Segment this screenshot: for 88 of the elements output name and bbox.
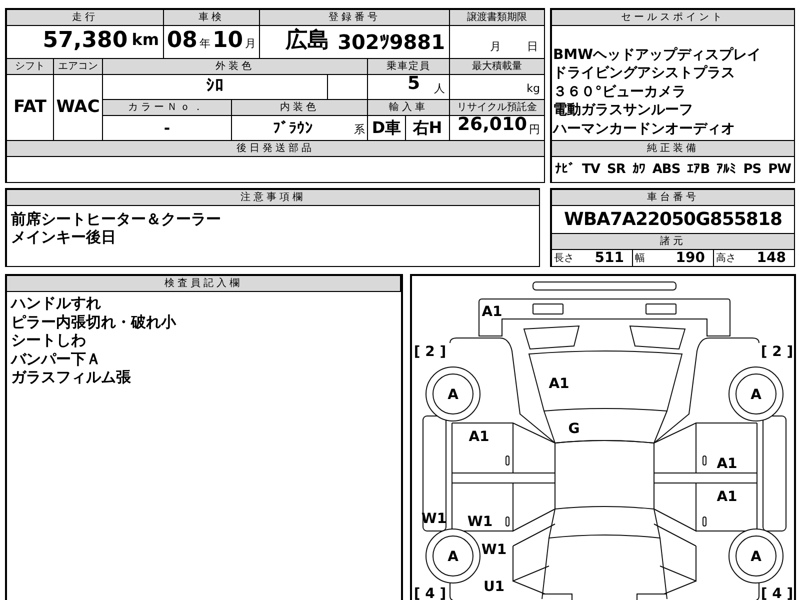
registration-number: 302ﾂ9881 [338, 32, 445, 52]
inspector-note-line: ハンドルすれ [11, 294, 102, 312]
note-line: メインキー後日 [11, 228, 117, 246]
damage-mark: A [448, 387, 458, 403]
recycling-fee-value: 26,010 [458, 113, 527, 137]
sales-point-line: 電動ガラスサンルーフ [553, 101, 694, 120]
import-dealer-value: D車 [372, 117, 402, 139]
registration-region: 広島 [286, 30, 330, 52]
shift-value: FAT [13, 99, 47, 116]
unit-label: 月 [245, 36, 256, 52]
chassis-number: WBA7A22050G855818 [564, 208, 782, 232]
header-label: 乗車定員 [368, 59, 450, 75]
damage-mark: A1 [482, 304, 502, 320]
header-label: 後日発送部品 [7, 141, 545, 157]
aircon-value: WAC [56, 99, 100, 116]
unit-label: 年 [200, 36, 210, 52]
equipment-item: PW [768, 160, 791, 179]
header-label: 登録番号 [260, 10, 450, 26]
header-label: セールスポイント [552, 10, 795, 26]
equipment-item: ｶﾜ [632, 160, 646, 179]
unit-label: 円 [529, 122, 540, 138]
header-label: シフト [7, 59, 54, 75]
unit-label: 月 [490, 38, 501, 54]
header-label: リサイクル預託金 [450, 100, 545, 116]
damage-mark: [ 4 ] [414, 586, 446, 600]
spec-value: 148 [756, 251, 786, 265]
header-label: 検査員記入欄 [7, 276, 401, 292]
header-label: エアコン [54, 59, 103, 75]
inspector-note-line: シートしわ [11, 331, 87, 350]
header-label: 注意事項欄 [7, 190, 540, 206]
damage-mark: [ 2 ] [760, 344, 794, 360]
spec-label: 幅 [635, 252, 645, 266]
inspector-note-line: ピラー内張切れ・破れ小 [11, 312, 178, 331]
sales-point-line: ハーマンカードンオーディオ [553, 120, 736, 138]
sales-point-line: ドライビングアシストプラス [553, 64, 736, 82]
header-label: 純正装備 [552, 141, 795, 157]
spec-value: 511 [594, 251, 624, 265]
unit-label: km [132, 29, 159, 51]
sales-point-line: BMWヘッドアップディスプレイ [553, 46, 762, 64]
damage-mark: A [750, 387, 762, 403]
header-label: 車検 [164, 10, 260, 26]
damage-mark: A1 [548, 376, 570, 392]
inspector-note-line: ガラスフィルム張 [11, 368, 132, 386]
header-label: 輸入車 [368, 100, 450, 116]
unit-label: kg [526, 80, 540, 96]
exterior-color-value: ｼﾛ [206, 75, 224, 98]
damage-mark: A [750, 549, 762, 565]
interior-color-value: ﾌﾞﾗｳﾝ [273, 118, 313, 139]
equipment-item: PS [743, 160, 762, 179]
equipment-item: SR [606, 160, 626, 179]
equipment-item: ｱﾙﾐ [716, 160, 736, 179]
damage-mark: A1 [468, 429, 490, 445]
header-label: 車台番号 [552, 190, 795, 206]
note-line: 前席シートヒーター＆クーラー [11, 210, 222, 228]
damage-mark: U1 [483, 579, 505, 595]
header-label: 外装色 [103, 59, 368, 75]
damage-mark: [ 2 ] [414, 344, 446, 360]
header-label: 走行 [7, 10, 164, 26]
spec-label: 高さ [716, 252, 736, 266]
header-label: 諸元 [552, 234, 795, 250]
unit-label: 日 [527, 38, 538, 54]
equipment-item: ｴｱB [687, 160, 710, 179]
equipment-item: TV [582, 160, 600, 179]
unit-label: 系 [354, 122, 365, 138]
header-label: 内装色 [232, 100, 368, 116]
unit-label: 人 [434, 80, 445, 96]
damage-mark: W1 [467, 514, 493, 530]
inspection-year: 08 [166, 30, 198, 52]
mileage-value: 57,380 [42, 30, 128, 52]
equipment-item: ﾅﾋﾞ [555, 160, 575, 179]
damage-mark: [ 4 ] [760, 586, 794, 600]
sales-point-line: ３６０°ビューカメラ [553, 82, 687, 101]
spec-label: 長さ [554, 252, 574, 266]
damage-mark: W1 [481, 542, 507, 558]
spec-value: 190 [676, 251, 705, 265]
damage-mark: A1 [716, 489, 738, 505]
capacity-value: 5 [407, 72, 420, 96]
color-number-value: - [164, 118, 170, 139]
damage-mark: A1 [716, 456, 738, 472]
damage-mark: A [448, 549, 458, 565]
inspection-month: 10 [212, 30, 244, 52]
damage-mark: G [568, 421, 580, 437]
header-label: 最大積載量 [450, 59, 545, 75]
header-label: カラーＮｏ． [103, 100, 232, 116]
equipment-item: ABS [652, 160, 680, 179]
steering-side-value: 右H [412, 117, 442, 139]
inspector-note-line: バンパー下Ａ [11, 350, 102, 368]
header-label: 譲渡書類期限 [450, 10, 545, 26]
